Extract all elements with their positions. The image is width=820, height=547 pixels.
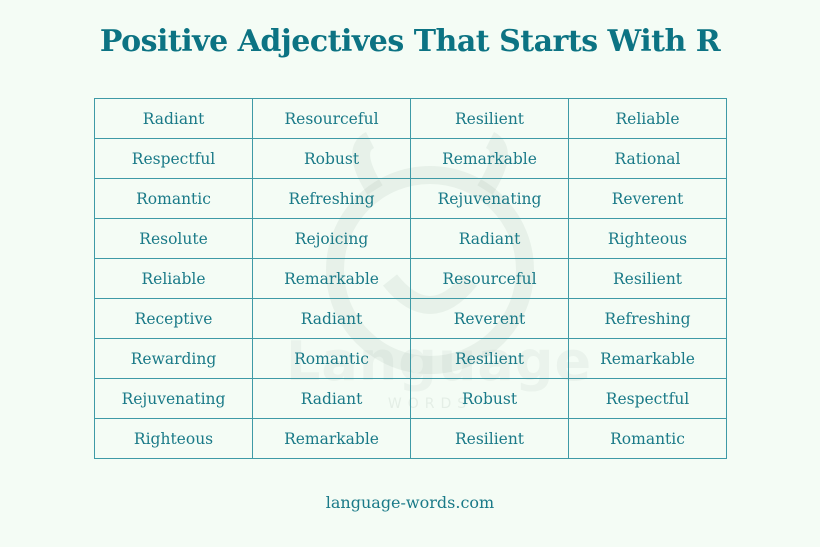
table-cell: Respectful	[568, 378, 727, 419]
table-row: Respectful Robust Remarkable Rational	[93, 138, 727, 179]
table-row: Reliable Remarkable Resourceful Resilient	[93, 258, 727, 299]
site-url: language-words.com	[325, 493, 495, 512]
table-cell: Remarkable	[409, 138, 570, 179]
table-cell: Rewarding	[93, 338, 254, 379]
table-cell: Romantic	[93, 178, 254, 219]
table-row: Radiant Resourceful Resilient Reliable	[93, 98, 727, 139]
table-cell: Refreshing	[568, 298, 727, 339]
table-cell: Robust	[252, 138, 411, 179]
table-cell: Rejuvenating	[409, 178, 570, 219]
table-cell: Romantic	[252, 338, 411, 379]
page-title: Positive Adjectives That Starts With R	[99, 24, 721, 59]
table-row: Rejuvenating Radiant Robust Respectful	[93, 378, 727, 419]
table-cell: Respectful	[93, 138, 254, 179]
table-row: Rewarding Romantic Resilient Remarkable	[93, 338, 727, 379]
table-cell: Radiant	[252, 378, 411, 419]
table-row: Resolute Rejoicing Radiant Righteous	[93, 218, 727, 259]
table-cell: Resilient	[568, 258, 727, 299]
table-cell: Resolute	[93, 218, 254, 259]
table-cell: Resourceful	[252, 98, 411, 139]
table-cell: Refreshing	[252, 178, 411, 219]
table-cell: Radiant	[409, 218, 570, 259]
adjectives-table: Radiant Resourceful Resilient Reliable Respe…	[93, 98, 727, 459]
table-row: Romantic Refreshing Rejuvenating Reverent	[93, 178, 727, 219]
table-cell: Radiant	[93, 98, 254, 139]
table-cell: Reverent	[409, 298, 570, 339]
table-cell: Reliable	[93, 258, 254, 299]
table-cell: Rejoicing	[252, 218, 411, 259]
table-cell: Romantic	[568, 418, 727, 459]
table-cell: Rejuvenating	[93, 378, 254, 419]
table-cell: Rational	[568, 138, 727, 179]
table-cell: Resilient	[409, 98, 570, 139]
table-cell: Righteous	[93, 418, 254, 459]
table-cell: Resilient	[409, 418, 570, 459]
table-cell: Radiant	[252, 298, 411, 339]
table-cell: Righteous	[568, 218, 727, 259]
table-row: Receptive Radiant Reverent Refreshing	[93, 298, 727, 339]
table-cell: Reverent	[568, 178, 727, 219]
table-row: Righteous Remarkable Resilient Romantic	[93, 418, 727, 459]
table-cell: Resilient	[409, 338, 570, 379]
table-cell: Robust	[409, 378, 570, 419]
table-cell: Reliable	[568, 98, 727, 139]
table-cell: Resourceful	[409, 258, 570, 299]
table-cell: Remarkable	[568, 338, 727, 379]
table-cell: Remarkable	[252, 418, 411, 459]
table-cell: Remarkable	[252, 258, 411, 299]
table-cell: Receptive	[93, 298, 254, 339]
